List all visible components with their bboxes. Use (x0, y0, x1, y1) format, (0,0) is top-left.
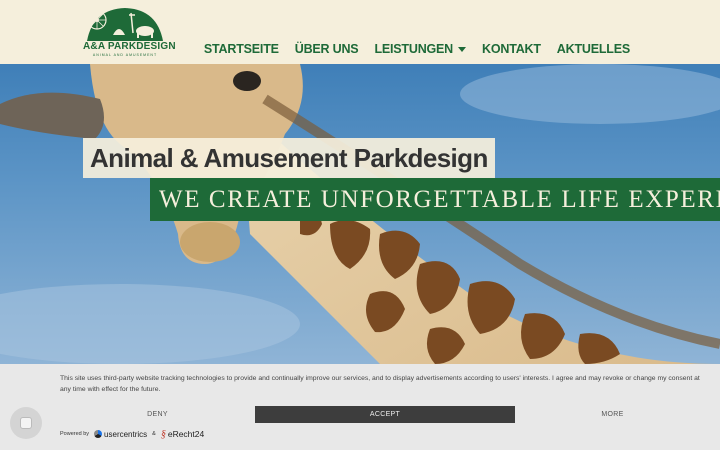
hero-banner: Animal & Amusement Parkdesign WE CREATE … (0, 64, 720, 364)
logo[interactable]: A&A PARKDESIGN ANIMAL AND AMUSEMENT (83, 5, 176, 57)
deny-button[interactable]: DENY (60, 406, 255, 423)
usercentrics-label: usercentrics (104, 429, 148, 439)
nav-ueber-uns[interactable]: ÜBER UNS (295, 42, 359, 56)
powered-by-and: & (152, 431, 156, 437)
erecht24-label: eRecht24 (167, 429, 205, 439)
privacy-settings-button[interactable] (10, 407, 42, 439)
powered-by: Powered by usercentrics & § eRecht24 (60, 428, 204, 440)
fingerprint-icon (20, 417, 32, 429)
logo-subtitle: ANIMAL AND AMUSEMENT (92, 53, 158, 57)
main-nav: STARTSEITE ÜBER UNS LEISTUNGEN KONTAKT A… (204, 42, 630, 56)
nav-startseite[interactable]: STARTSEITE (204, 42, 279, 56)
hero-title-box: Animal & Amusement Parkdesign (83, 138, 495, 178)
logo-text: A&A PARKDESIGN (83, 41, 176, 52)
erecht24-logo[interactable]: § eRecht24 (161, 429, 204, 440)
hero-title: Animal & Amusement Parkdesign (90, 142, 488, 173)
erecht24-icon: § (160, 428, 166, 440)
logo-emblem-icon (87, 8, 163, 41)
nav-leistungen[interactable]: LEISTUNGEN (374, 42, 467, 56)
site-header: A&A PARKDESIGN ANIMAL AND AMUSEMENT STAR… (0, 0, 720, 64)
hero-subtitle: WE CREATE UNFORGETTABLE LIFE EXPERIENCES (159, 185, 720, 213)
chevron-down-icon (458, 46, 467, 52)
usercentrics-logo[interactable]: usercentrics (94, 430, 147, 439)
hero-subtitle-box: WE CREATE UNFORGETTABLE LIFE EXPERIENCES (150, 178, 720, 221)
nav-aktuelles[interactable]: AKTUELLES (557, 42, 630, 56)
cookie-consent-text: This site uses third-party website track… (60, 375, 700, 393)
powered-by-label: Powered by (60, 431, 90, 437)
nav-leistungen-label: LEISTUNGEN (374, 42, 454, 56)
accept-button[interactable]: ACCEPT (255, 406, 515, 423)
usercentrics-icon (94, 430, 103, 438)
nav-kontakt[interactable]: KONTAKT (482, 42, 541, 56)
more-button[interactable]: MORE (515, 406, 710, 423)
